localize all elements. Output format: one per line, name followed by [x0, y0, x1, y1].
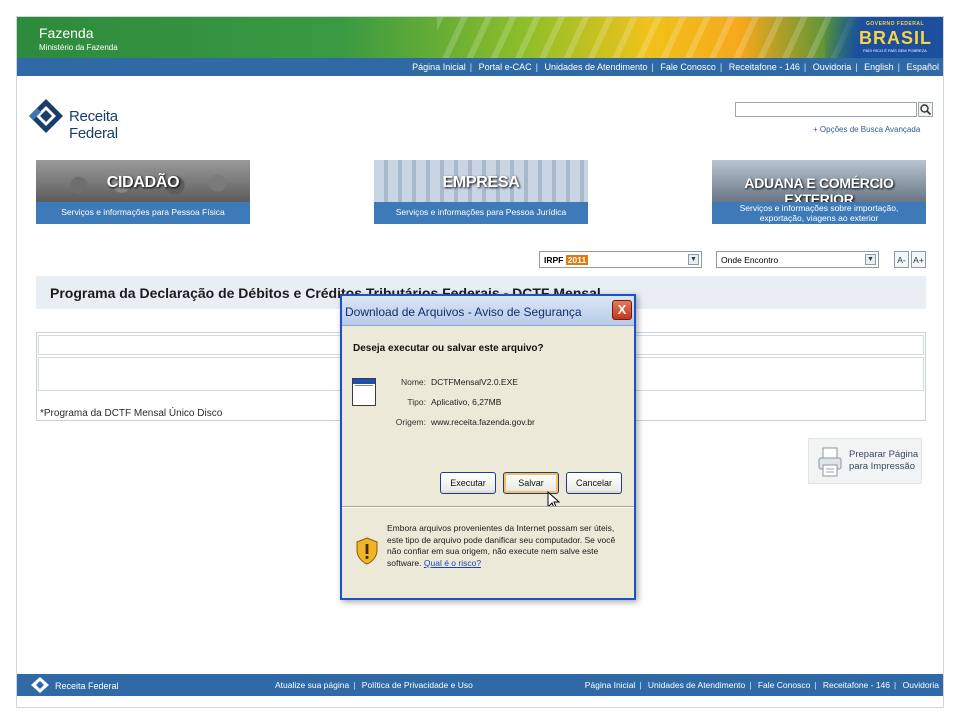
dctf-program-link[interactable]: *Programa da DCTF Mensal Único Disco	[40, 408, 222, 419]
category-title: EMPRESA	[442, 174, 520, 191]
nav-link-espanol[interactable]: Español	[906, 62, 939, 72]
browser-page: Fazenda Ministério da Fazenda GOVERNO FE…	[16, 16, 944, 708]
category-title: CIDADÃO	[106, 174, 180, 191]
search-button[interactable]	[918, 102, 933, 117]
footer-logo-text: Receita Federal	[55, 681, 119, 691]
org-subtitle: Ministério da Fazenda	[39, 43, 118, 52]
dialog-question: Deseja executar ou salvar este arquivo?	[353, 343, 544, 354]
file-name-label: Nome:	[400, 377, 426, 387]
nav-link-ecac[interactable]: Portal e-CAC	[479, 62, 532, 72]
nav-link-english[interactable]: English	[864, 62, 894, 72]
file-type-value: Aplicativo, 6,27MB	[431, 397, 502, 407]
nav-link-home[interactable]: Página Inicial	[412, 62, 466, 72]
irpf-select[interactable]: IRPF 2011 ▼	[539, 251, 702, 268]
footer-link-contact[interactable]: Fale Conosco	[758, 680, 810, 690]
search-input[interactable]	[735, 102, 917, 117]
risk-link[interactable]: Qual é o risco?	[424, 558, 481, 568]
advanced-search-link[interactable]: + Opções de Busca Avançada	[813, 125, 920, 134]
category-cidadao[interactable]: CIDADÃO Serviços e informações para Pess…	[36, 160, 250, 224]
footer-link-refresh[interactable]: Atualize sua página	[275, 680, 349, 690]
file-name-value: DCTFMensalV2.0.EXE	[431, 377, 518, 387]
category-description: Serviços e informações sobre importação,…	[712, 202, 926, 224]
logo-text: Receita Federal	[69, 108, 118, 142]
file-origin-value: www.receita.fazenda.gov.br	[431, 417, 535, 427]
chevron-down-icon[interactable]: ▼	[688, 254, 699, 265]
nav-link-receitafone[interactable]: Receitafone - 146	[729, 62, 800, 72]
irpf-label: IRPF	[544, 255, 564, 265]
footer-link-home[interactable]: Página Inicial	[585, 680, 636, 690]
nav-link-units[interactable]: Unidades de Atendimento	[544, 62, 647, 72]
brasil-logo-word: BRASIL	[859, 28, 932, 48]
download-security-dialog: Download de Arquivos - Aviso de Seguranç…	[340, 294, 636, 600]
category-aduana[interactable]: ADUANA E COMÉRCIO EXTERIOR Serviços e in…	[712, 160, 926, 224]
file-origin-label: Origem:	[395, 417, 426, 427]
chevron-down-icon[interactable]: ▼	[865, 254, 876, 265]
category-description: Serviços e informações para Pessoa Físic…	[36, 202, 250, 224]
footer-link-privacy[interactable]: Política de Privacidade e Uso	[362, 680, 473, 690]
footer-bar: Receita Federal Atualize sua página | Pol…	[17, 674, 943, 696]
footer-link-receitafone[interactable]: Receitafone - 146	[823, 680, 890, 690]
brasil-logo[interactable]: GOVERNO FEDERAL BRASIL PAÍS RICO É PAÍS …	[859, 21, 931, 53]
brasil-logo-slogan: PAÍS RICO É PAÍS SEM POBREZA	[863, 48, 927, 53]
irpf-year: 2011	[565, 255, 589, 265]
receita-federal-logo[interactable]: Receita Federal	[27, 97, 167, 142]
close-icon[interactable]: X	[612, 300, 632, 320]
dialog-warning: Embora arquivos provenientes da Internet…	[342, 506, 634, 598]
cancel-button[interactable]: Cancelar	[566, 472, 622, 494]
dialog-body: Deseja executar ou salvar este arquivo? …	[342, 327, 634, 511]
where-select-value: Onde Encontro	[721, 255, 779, 265]
footer-link-units[interactable]: Unidades de Atendimento	[648, 680, 745, 690]
receita-logo-icon	[31, 677, 49, 693]
search-icon	[920, 104, 932, 116]
nav-link-contact[interactable]: Fale Conosco	[660, 62, 716, 72]
font-decrease-button[interactable]: A-	[894, 251, 909, 268]
font-increase-button[interactable]: A+	[911, 251, 926, 268]
run-button[interactable]: Executar	[440, 472, 496, 494]
org-title[interactable]: Fazenda	[39, 25, 93, 41]
footer-link-ombudsman[interactable]: Ouvidoria	[903, 680, 939, 690]
footer-logo[interactable]: Receita Federal	[29, 676, 119, 696]
nav-link-ombudsman[interactable]: Ouvidoria	[813, 62, 852, 72]
security-shield-icon	[356, 537, 378, 565]
print-label-line2: para Impressão	[849, 461, 916, 472]
where-select[interactable]: Onde Encontro ▼	[716, 251, 879, 268]
category-description: Serviços e informações para Pessoa Juríd…	[374, 202, 588, 224]
category-empresa[interactable]: EMPRESA Serviços e informações para Pess…	[374, 160, 588, 224]
brasil-logo-top: GOVERNO FEDERAL	[865, 21, 925, 27]
top-nav: Página Inicial | Portal e-CAC | Unidades d…	[17, 58, 943, 76]
printer-icon	[818, 447, 842, 477]
print-label-line1: Preparar Página	[849, 449, 919, 460]
print-page-button[interactable]: Preparar Página para Impressão	[808, 438, 922, 484]
warning-text: Embora arquivos provenientes da Internet…	[387, 523, 616, 568]
receita-logo-icon	[29, 99, 63, 133]
dialog-title: Download de Arquivos - Aviso de Seguranç…	[345, 305, 582, 319]
top-banner: Fazenda Ministério da Fazenda GOVERNO FE…	[17, 17, 943, 58]
dialog-titlebar[interactable]: Download de Arquivos - Aviso de Seguranç…	[342, 296, 634, 326]
file-type-label: Tipo:	[407, 397, 426, 407]
